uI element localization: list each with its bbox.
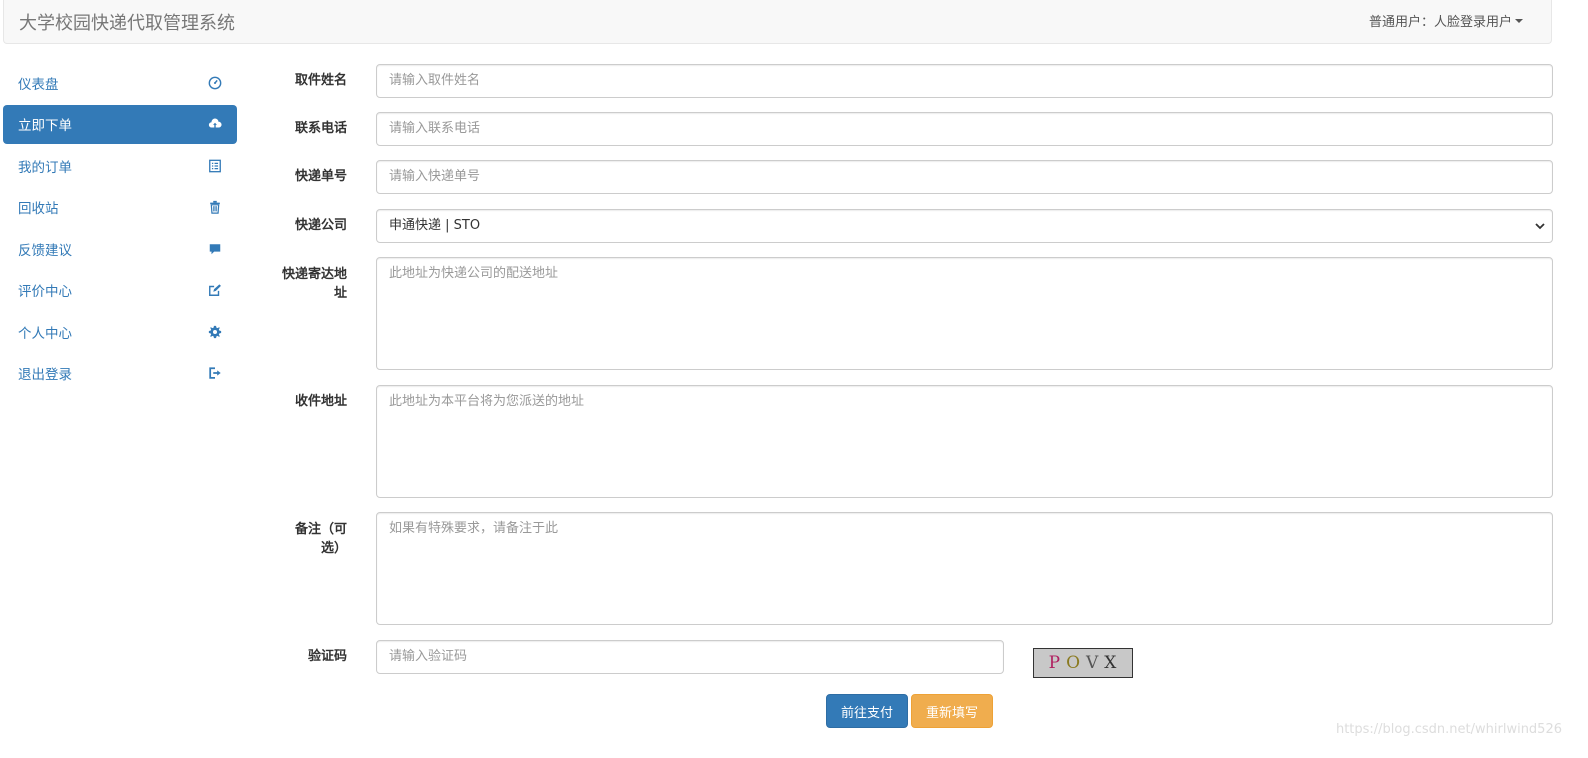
reset-button[interactable]: 重新填写 [911, 694, 993, 728]
watermark: https://blog.csdn.net/whirlwind526 [1335, 722, 1562, 737]
captcha-label: 验证码 [307, 649, 347, 664]
name-input[interactable]: 请输入取件姓名 [376, 64, 1553, 98]
sidebar-item-label: 个人中心 [18, 325, 72, 342]
tracking-placeholder: 请输入快递单号 [389, 169, 481, 184]
caret-down-icon [1515, 19, 1523, 23]
receive-address-placeholder: 此地址为本平台将为您派送的地址 [389, 394, 585, 409]
name-placeholder: 请输入取件姓名 [389, 73, 481, 88]
user-menu-dropdown[interactable]: 普通用户：人脸登录用户 [1369, 11, 1523, 30]
app-title[interactable]: 大学校园快递代取管理系统 [19, 9, 235, 35]
captcha-image[interactable]: P O V X [1033, 648, 1133, 678]
chevron-down-icon [1535, 223, 1545, 230]
send-address-label: 快递寄达地 址 [281, 267, 347, 301]
name-label: 取件姓名 [294, 73, 347, 88]
company-label: 快递公司 [294, 218, 347, 233]
sidebar-item-label: 我的订单 [18, 159, 72, 176]
phone-placeholder: 请输入联系电话 [389, 121, 481, 136]
sidebar-item-label: 退出登录 [18, 367, 72, 383]
company-select[interactable]: 申通快递 | STO [376, 209, 1553, 243]
company-selected-value: 申通快递 | STO [389, 218, 481, 233]
note-textarea[interactable]: 如果有特殊要求，请备注于此 [376, 512, 1553, 625]
sidebar-item-reviews[interactable]: 评价中心 [3, 271, 237, 310]
sidebar-item-order-now[interactable]: 立即下单 [3, 104, 237, 144]
sidebar: 仪表盘 立即下单 我的订单 回收站 反馈建议 评价中心 个人中心 退出登录 [3, 63, 237, 395]
send-address-textarea[interactable]: 此地址为快递公司的配送地址 [376, 257, 1553, 370]
trash-icon [207, 199, 223, 215]
sidebar-item-my-orders[interactable]: 我的订单 [3, 146, 237, 185]
list-alt-icon [207, 158, 223, 174]
phone-input[interactable]: 请输入联系电话 [376, 112, 1553, 146]
pay-button[interactable]: 前往支付 [826, 694, 908, 728]
receive-address-textarea[interactable]: 此地址为本平台将为您派送的地址 [376, 385, 1553, 498]
top-navbar: 大学校园快递代取管理系统 普通用户：人脸登录用户 [3, 0, 1552, 44]
phone-label: 联系电话 [294, 121, 347, 136]
sidebar-item-label: 反馈建议 [18, 242, 72, 259]
edit-icon [207, 282, 223, 298]
note-placeholder: 如果有特殊要求，请备注于此 [389, 521, 559, 536]
cloud-upload-icon [207, 116, 223, 132]
cog-icon [207, 324, 223, 340]
tracking-input[interactable]: 请输入快递单号 [376, 160, 1553, 194]
tracking-label: 快递单号 [294, 169, 347, 184]
captcha-input[interactable]: 请输入验证码 [376, 640, 1004, 674]
note-label: 备注（可 选） [294, 522, 347, 556]
captcha-placeholder: 请输入验证码 [389, 649, 468, 664]
sidebar-item-dashboard[interactable]: 仪表盘 [3, 63, 237, 102]
sidebar-item-recycle-bin[interactable]: 回收站 [3, 188, 237, 227]
user-menu-label: 普通用户：人脸登录用户 [1368, 15, 1512, 30]
send-address-placeholder: 此地址为快递公司的配送地址 [389, 266, 559, 281]
log-out-icon [207, 365, 223, 381]
sidebar-item-label: 仪表盘 [18, 76, 59, 93]
sidebar-item-logout[interactable]: 退出登录 [3, 354, 237, 393]
sidebar-item-feedback[interactable]: 反馈建议 [3, 229, 237, 268]
sidebar-item-label: 回收站 [18, 201, 59, 217]
sidebar-item-label: 评价中心 [18, 284, 72, 300]
comment-icon [207, 241, 223, 257]
dashboard-icon [207, 75, 223, 91]
sidebar-item-label: 立即下单 [18, 118, 72, 134]
sidebar-item-profile[interactable]: 个人中心 [3, 312, 237, 351]
receive-address-label: 收件地址 [294, 394, 347, 409]
